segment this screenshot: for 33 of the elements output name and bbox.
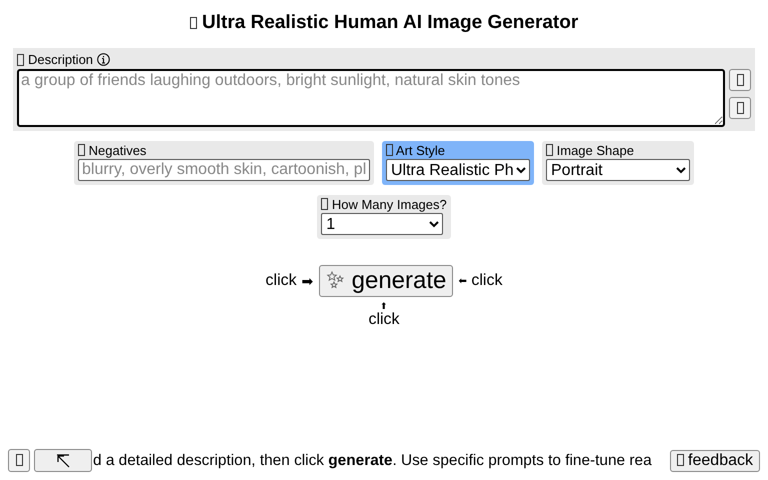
hint-text: click [471, 272, 502, 290]
missing-glyph-icon [17, 54, 24, 66]
side-button[interactable] [729, 97, 751, 119]
field-label: Art Style [396, 143, 446, 158]
footer-button[interactable] [8, 449, 30, 472]
missing-glyph-icon [321, 198, 328, 210]
hint-text: click [368, 311, 400, 329]
collapse-button[interactable] [34, 449, 92, 472]
stars-icon [326, 271, 346, 291]
count-select[interactable]: 1 [321, 213, 444, 235]
missing-glyph-icon [78, 144, 85, 156]
field-label: How Many Images? [332, 197, 447, 212]
field-label: Image Shape [556, 143, 634, 158]
info-icon[interactable] [97, 53, 110, 66]
option-select[interactable]: Ultra Realistic Ph [386, 159, 530, 181]
arrow-icon: ⬆ [380, 301, 388, 311]
field-label: Negatives [88, 143, 146, 158]
arrow-icon: ➡ [302, 273, 314, 289]
description-field[interactable]: a group of friends laughing outdoors, bright sunlight, natural skin tones [17, 69, 725, 127]
instruction-text: d a detailed description, then click generate. Use specific prompts to fine-tune rea [93, 452, 652, 470]
arrow-icon [56, 454, 70, 468]
hint-text: click [266, 272, 297, 290]
side-button[interactable] [729, 69, 751, 91]
description-label: Description [28, 52, 94, 67]
missing-glyph-icon [386, 144, 393, 156]
negatives-field[interactable]: blurry, overly smooth skin, cartoonish, pl [78, 159, 370, 181]
page-title: Ultra Realistic Human AI Image Generator [190, 12, 578, 34]
arrow-icon: ⬅ [458, 275, 466, 287]
missing-glyph-icon [190, 17, 197, 29]
missing-glyph-icon [546, 144, 553, 156]
feedback-button[interactable]: feedback [670, 450, 760, 472]
option-select[interactable]: Portrait [546, 159, 690, 181]
generate-button[interactable]: generate [318, 265, 454, 297]
